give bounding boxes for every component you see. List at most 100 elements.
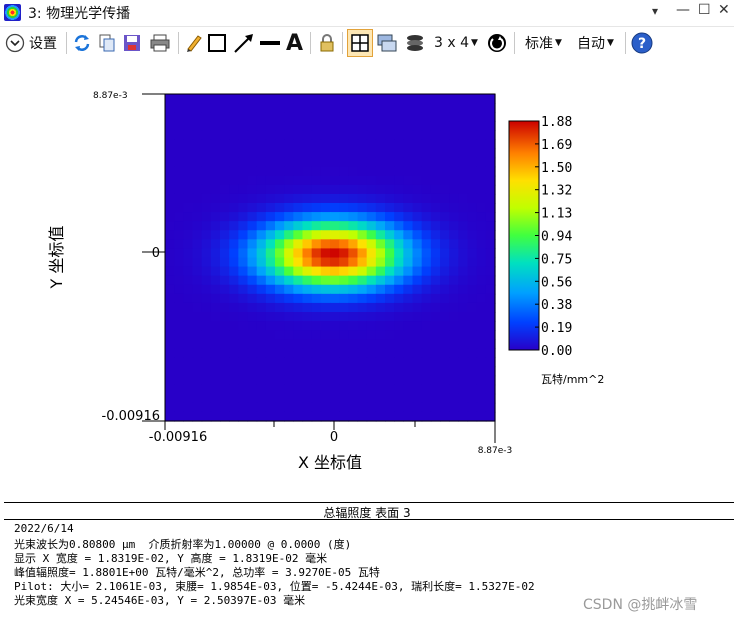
heatmap-cell — [174, 193, 184, 204]
heatmap-cell — [311, 221, 322, 231]
heatmap-cell — [320, 402, 331, 413]
heatmap-cell — [174, 94, 184, 104]
heatmap-cell — [210, 339, 221, 349]
heatmap-cell — [339, 357, 349, 368]
layout-dropdown[interactable]: 3 x 4 ▼ — [434, 31, 478, 55]
arrow-button[interactable] — [233, 31, 255, 55]
heatmap-cell — [229, 130, 239, 141]
heatmap-cell — [275, 330, 285, 340]
heatmap-cell — [440, 411, 450, 422]
heatmap-cell — [485, 257, 496, 268]
heatmap-cell — [385, 257, 395, 268]
heatmap-cell — [247, 239, 258, 250]
heatmap-cell — [284, 112, 294, 122]
heatmap-cell — [348, 212, 359, 222]
toolbar: 设置 A 3 x 4 ▼ 标准 ▼ 自动 ▼ ? — [0, 27, 734, 60]
heatmap-cell — [339, 266, 349, 277]
save-button[interactable] — [122, 31, 142, 55]
heatmap-cell — [403, 212, 414, 222]
heatmap-cell — [467, 357, 478, 368]
layers-button[interactable] — [404, 31, 426, 55]
heatmap-cell — [440, 121, 450, 131]
heatmap-cell — [440, 330, 450, 340]
heatmap-cell — [412, 248, 423, 259]
heatmap-cell — [210, 312, 221, 322]
lock-button[interactable] — [317, 31, 337, 55]
heatmap-cell — [394, 257, 404, 268]
heatmap-cell — [412, 312, 423, 322]
title-bar: 3: 物理光学传播 ▾ — ☐ ✕ — [0, 0, 734, 27]
heatmap-cell — [330, 184, 340, 195]
heatmap-cell — [394, 94, 404, 104]
heatmap-cell — [339, 130, 349, 141]
heatmap-cell — [357, 103, 368, 113]
heatmap-cell — [320, 248, 331, 259]
heatmap-cell — [256, 139, 267, 150]
rectangle-icon — [208, 34, 226, 52]
heatmap-cell — [430, 384, 441, 395]
heatmap-cell — [339, 275, 349, 286]
heatmap-cell — [330, 130, 340, 141]
heatmap-cell — [476, 366, 487, 377]
window-menu-button[interactable]: ▾ — [652, 4, 658, 18]
heatmap-cell — [284, 203, 294, 213]
heatmap-cell — [430, 321, 441, 331]
heatmap-cell — [165, 121, 175, 131]
heatmap-cell — [210, 302, 221, 313]
heatmap-cell — [238, 94, 249, 104]
heatmap-cell — [284, 139, 294, 150]
heatmap-cell — [385, 375, 395, 386]
heatmap-cell — [394, 239, 404, 250]
heatmap-cell — [293, 184, 304, 195]
maximize-button[interactable]: ☐ — [698, 2, 711, 18]
clock-button[interactable] — [487, 31, 507, 55]
copy-button[interactable] — [97, 31, 117, 55]
heatmap-cell — [476, 139, 487, 150]
heatmap-cell — [311, 302, 322, 313]
heatmap-cell — [320, 266, 331, 277]
print-button[interactable] — [149, 31, 171, 55]
heatmap-cell — [375, 375, 386, 386]
standard-dropdown[interactable]: 标准 ▼ — [525, 31, 562, 55]
colorbar-unit: 瓦特/mm^2 — [541, 372, 604, 386]
heatmap-cell — [385, 130, 395, 141]
heatmap-cell — [421, 175, 432, 186]
heatmap-cell — [183, 221, 194, 231]
heatmap-cell — [210, 257, 221, 268]
heatmap-cell — [320, 312, 331, 322]
heatmap-cell — [183, 94, 194, 104]
heatmap-cell — [440, 375, 450, 386]
line-button[interactable] — [259, 31, 281, 55]
close-button[interactable]: ✕ — [718, 2, 730, 18]
heatmap-cell — [229, 339, 239, 349]
heatmap-cell — [476, 193, 487, 204]
windows-button[interactable] — [376, 31, 398, 55]
heatmap-cell — [302, 357, 313, 368]
heatmap-cell — [440, 339, 450, 349]
heatmap-cell — [183, 248, 194, 259]
heatmap-cell — [476, 148, 487, 159]
text-button[interactable]: A — [286, 31, 303, 56]
heatmap-cell — [375, 384, 386, 395]
heatmap-cell — [247, 166, 258, 177]
pencil-button[interactable] — [184, 31, 204, 55]
heatmap-cell — [412, 257, 423, 268]
help-button[interactable]: ? — [631, 31, 653, 55]
heatmap-cell — [275, 139, 285, 150]
grid-layout-button[interactable] — [347, 29, 373, 57]
rectangle-button[interactable] — [207, 31, 227, 55]
heatmap-cell — [293, 366, 304, 377]
auto-dropdown[interactable]: 自动 ▼ — [577, 31, 614, 55]
heatmap-cell — [476, 166, 487, 177]
y-axis-label: Y 坐标值 — [47, 226, 66, 290]
heatmap-cell — [449, 348, 459, 359]
settings-button[interactable]: 设置 — [5, 31, 57, 55]
minimize-button[interactable]: — — [676, 2, 690, 18]
heatmap-cell — [238, 221, 249, 231]
heatmap-cell — [375, 166, 386, 177]
heatmap-cell — [449, 193, 459, 204]
refresh-button[interactable] — [72, 31, 92, 55]
heatmap-cell — [421, 130, 432, 141]
heatmap-cell — [192, 166, 203, 177]
heatmap-cell — [238, 348, 249, 359]
